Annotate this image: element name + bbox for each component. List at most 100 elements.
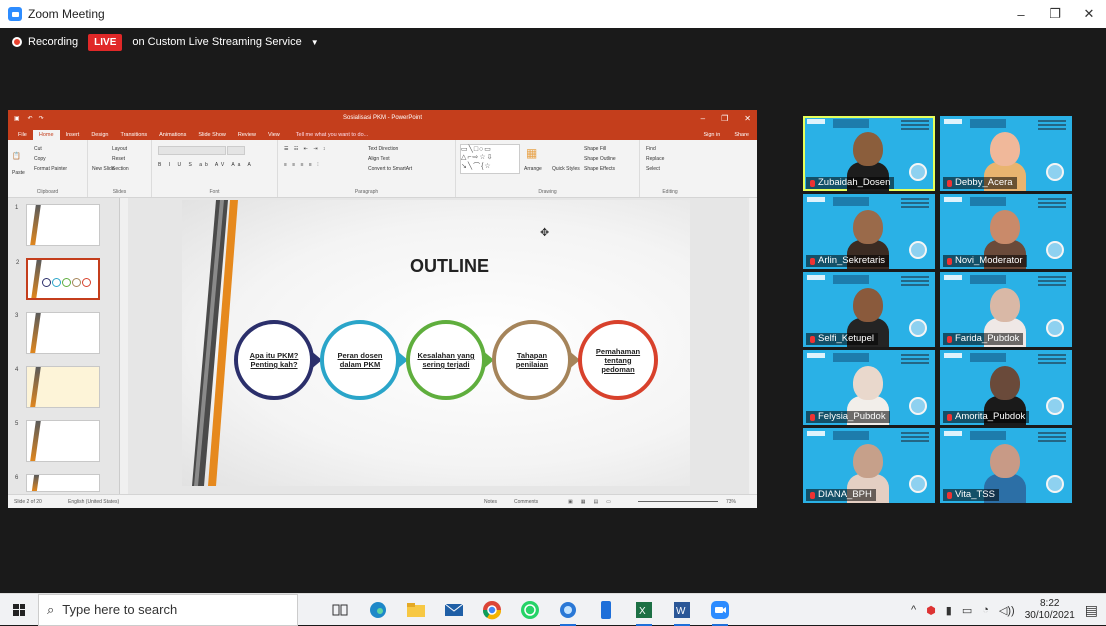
slide-thumbnail[interactable]: 5: [15, 420, 100, 462]
restore-button[interactable]: ❐: [1038, 0, 1072, 28]
shape-outline-button[interactable]: Shape Outline: [584, 156, 616, 162]
windows-logo-icon: [13, 603, 25, 616]
shape-fill-button[interactable]: Shape Fill: [584, 146, 606, 152]
font-size-box[interactable]: [227, 146, 246, 155]
edge-dev-icon[interactable]: [556, 598, 580, 626]
chevron-up-icon[interactable]: ^: [911, 604, 916, 616]
tab-review[interactable]: Review: [232, 130, 262, 140]
participant-video-tile[interactable]: Debby_Acera: [940, 116, 1072, 191]
convert-smartart-button[interactable]: Convert to SmartArt: [368, 166, 412, 172]
find-button[interactable]: Find: [646, 146, 656, 152]
participant-video-tile[interactable]: DIANA_BPH: [803, 428, 935, 503]
copy-button[interactable]: Copy: [34, 156, 46, 162]
whatsapp-icon[interactable]: [518, 598, 542, 622]
layout-button[interactable]: Layout: [112, 146, 127, 152]
tab-file[interactable]: File: [12, 130, 33, 140]
participant-name: Arlin_Sekretaris: [806, 255, 890, 267]
slide-thumbnail-selected[interactable]: 2: [16, 258, 100, 300]
tab-home[interactable]: Home: [32, 130, 60, 140]
antivirus-icon[interactable]: ⬢: [926, 604, 936, 617]
chrome-icon[interactable]: [480, 598, 504, 622]
participant-video-tile[interactable]: Novi_Moderator: [940, 194, 1072, 269]
recording-bar[interactable]: Recording LIVE on Custom Live Streaming …: [12, 32, 319, 52]
sign-in-link[interactable]: Sign in: [695, 130, 728, 140]
mic-muted-icon: [810, 413, 815, 421]
participant-video-tile[interactable]: Vita_TSS: [940, 428, 1072, 503]
reset-button[interactable]: Reset: [112, 156, 125, 162]
slide-canvas[interactable]: OUTLINE Apa itu PKM? Penting kah? Peran d…: [182, 200, 690, 486]
paste-button[interactable]: Paste: [12, 170, 25, 176]
paste-icon[interactable]: 📋: [12, 152, 21, 160]
text-direction-button[interactable]: Text Direction: [368, 146, 398, 152]
task-view-icon[interactable]: [328, 598, 352, 622]
word-icon[interactable]: W: [670, 598, 694, 626]
replace-button[interactable]: Replace: [646, 156, 664, 162]
tab-animations[interactable]: Animations: [153, 130, 192, 140]
tab-transitions[interactable]: Transitions: [114, 130, 153, 140]
background-logo: [807, 353, 825, 358]
font-format-icons[interactable]: B I U S ab AV Aa A: [158, 162, 254, 168]
tab-design[interactable]: Design: [85, 130, 114, 140]
slide-thumbnail[interactable]: 4: [15, 366, 100, 408]
notes-button[interactable]: Notes: [484, 499, 497, 505]
taskbar-clock[interactable]: 8:22 30/10/2021: [1025, 598, 1075, 622]
tab-slide-show[interactable]: Slide Show: [192, 130, 232, 140]
minimize-button[interactable]: –: [1004, 0, 1038, 28]
participant-video-tile[interactable]: Zubaidah_Dosen: [803, 116, 935, 191]
participant-video-tile[interactable]: Arlin_Sekretaris: [803, 194, 935, 269]
quick-styles-button[interactable]: Quick Styles: [552, 166, 580, 172]
align-icons[interactable]: ≡ ≡ ≡ ≡ ⫶: [284, 162, 320, 168]
tell-me-search[interactable]: Tell me what you want to do...: [290, 130, 374, 140]
shape-effects-button[interactable]: Shape Effects: [584, 166, 615, 172]
mail-icon[interactable]: [442, 598, 466, 622]
select-button[interactable]: Select: [646, 166, 660, 172]
notification-icon[interactable]: ▤: [1085, 602, 1098, 619]
taskbar-search[interactable]: ⌕ Type here to search: [38, 593, 298, 626]
chevron-down-icon[interactable]: ▼: [311, 38, 319, 47]
zoom-icon[interactable]: [708, 598, 732, 626]
font-name-box[interactable]: [158, 146, 226, 155]
close-button[interactable]: ✕: [1072, 0, 1106, 28]
start-button[interactable]: [0, 594, 38, 626]
arrange-button[interactable]: Arrange: [524, 166, 542, 172]
thumbnail-scrollbar[interactable]: [120, 198, 128, 494]
shapes-gallery[interactable]: ▭╲□○▭ △⌐⇨☆⇩ ↘╲⌒{☆: [460, 144, 520, 174]
participant-name-text: Farida_Pubdok: [955, 333, 1020, 344]
participant-video-tile[interactable]: Selfi_Ketupel: [803, 272, 935, 347]
usb-icon[interactable]: ▮: [946, 604, 952, 617]
share-button[interactable]: Share: [728, 130, 757, 140]
slide-thumbnail[interactable]: 6: [15, 474, 100, 492]
align-text-button[interactable]: Align Text: [368, 156, 390, 162]
comments-button[interactable]: Comments: [514, 499, 538, 505]
slide-thumbnail[interactable]: 1: [15, 204, 100, 246]
section-button[interactable]: Section: [112, 166, 129, 172]
format-painter-button[interactable]: Format Painter: [34, 166, 67, 172]
list-icons[interactable]: ☰ ☷ ⇤ ⇥ ↕: [284, 146, 327, 152]
ppt-minimize-icon: –: [700, 113, 706, 123]
mic-muted-icon: [810, 179, 815, 187]
tab-view[interactable]: View: [262, 130, 286, 140]
network-icon[interactable]: ◔: [982, 604, 989, 616]
slide-scrollbar[interactable]: [749, 198, 757, 494]
participant-name-text: Selfi_Ketupel: [818, 333, 874, 344]
cut-button[interactable]: Cut: [34, 146, 42, 152]
file-explorer-icon[interactable]: [404, 598, 428, 622]
globe-icon: [909, 475, 927, 493]
background-logo: [944, 197, 962, 202]
phone-icon[interactable]: [594, 598, 618, 622]
participant-video-tile[interactable]: Amorita_Pubdok: [940, 350, 1072, 425]
edge-icon[interactable]: [366, 598, 390, 622]
battery-icon[interactable]: ▭: [962, 604, 972, 617]
slide-thumbnail[interactable]: 3: [15, 312, 100, 354]
tab-insert[interactable]: Insert: [60, 130, 86, 140]
participant-video-tile[interactable]: Felysia_Pubdok: [803, 350, 935, 425]
ppt-workspace: 1 2 3 4 5 6 OUTLINE Apa itu PKM? Penting…: [8, 198, 757, 494]
background-logo: [944, 431, 962, 436]
arrange-icon[interactable]: ▦: [526, 146, 537, 160]
globe-icon: [1046, 241, 1064, 259]
zoom-slider[interactable]: [638, 501, 718, 502]
view-buttons[interactable]: ▣▦▤▭: [568, 499, 619, 505]
excel-icon[interactable]: X: [632, 598, 656, 626]
volume-icon[interactable]: ◁)): [999, 604, 1015, 617]
participant-video-tile[interactable]: Farida_Pubdok: [940, 272, 1072, 347]
